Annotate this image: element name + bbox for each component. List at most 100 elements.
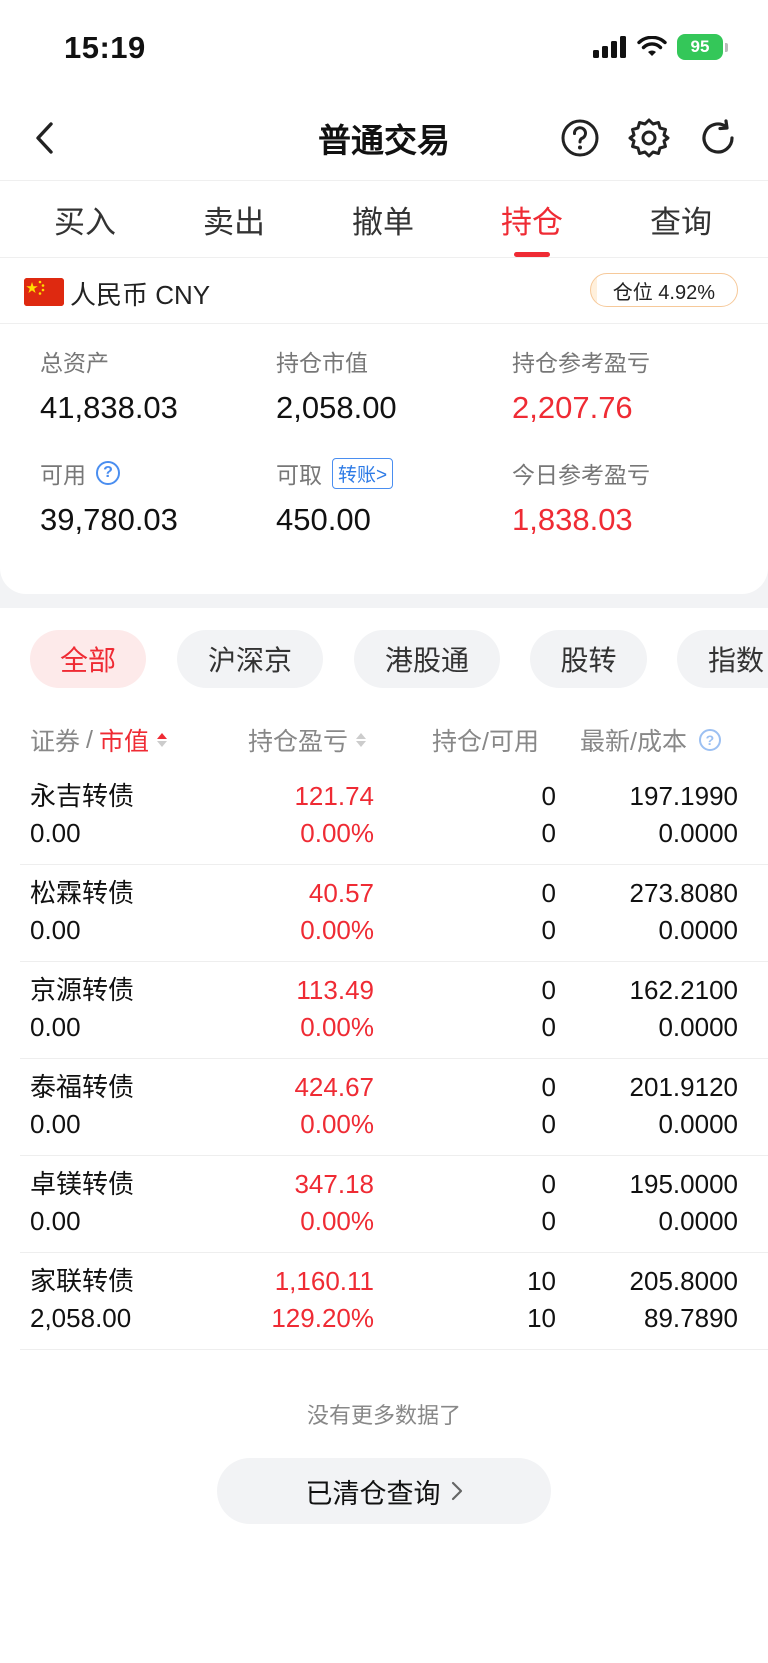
tab-query[interactable]: 查询 [621, 197, 741, 242]
security-market-value: 0.00 [30, 1012, 81, 1042]
withdrawable-label-row: 可取 转账> [276, 457, 394, 489]
latest-price: 273.8080 [629, 878, 738, 908]
filter-index[interactable]: 指数 [677, 630, 768, 688]
market-value: 持仓市值 2,058.00 [276, 346, 397, 426]
battery-cap [725, 42, 728, 52]
battery-level: 95 [690, 37, 710, 56]
cost-price: 0.0000 [658, 1206, 738, 1236]
latest-price: 197.1990 [629, 781, 738, 811]
cost-price: 0.0000 [658, 1012, 738, 1042]
cost-price: 89.7890 [644, 1303, 738, 1333]
table-row[interactable]: 永吉转债 0.00 121.74 0.00% 0 0 197.1990 0.0000 [0, 768, 768, 865]
header-security-marketvalue[interactable]: 证券 / 市值 [30, 722, 167, 758]
latest-price: 205.8000 [629, 1266, 738, 1296]
position-pl: 持仓参考盈亏 2,207.76 [512, 346, 650, 426]
trade-tabs: 买入 卖出 撤单 持仓 查询 [0, 180, 768, 258]
sort-icon [356, 733, 367, 747]
available-qty: 0 [541, 1206, 556, 1236]
header-security: 证券 [30, 728, 81, 756]
withdrawable-value: 450.00 [276, 502, 371, 537]
today-pl-label: 今日参考盈亏 [512, 462, 650, 488]
total-assets-value: 41,838.03 [40, 390, 178, 425]
currency-label: 人民币 CNY [70, 280, 211, 310]
available-qty: 0 [541, 818, 556, 848]
position-pl-label: 持仓参考盈亏 [512, 350, 650, 376]
tab-cancel-order[interactable]: 撤单 [323, 197, 443, 242]
security-name: 家联转债 [30, 1266, 135, 1296]
active-tab-indicator [514, 252, 550, 257]
position-pl: 347.18 [294, 1169, 374, 1199]
header-price-label: 最新/成本 [580, 728, 687, 756]
cellular-signal-icon [593, 36, 626, 58]
security-market-value: 0.00 [30, 915, 81, 945]
settings-button[interactable] [626, 115, 672, 161]
status-icons: 95 [593, 34, 728, 60]
question-circle-icon [561, 119, 599, 157]
available-help-icon[interactable]: ? [96, 461, 120, 485]
available-qty: 10 [527, 1303, 556, 1333]
transfer-button[interactable]: 转账> [332, 457, 394, 489]
position-qty: 10 [527, 1266, 556, 1296]
position-pl: 1,160.11 [274, 1266, 374, 1296]
position-pl-pct: 0.00% [300, 915, 374, 945]
tab-positions[interactable]: 持仓 [472, 197, 592, 242]
status-time: 15:19 [64, 30, 146, 65]
position-pl-pct: 0.00% [300, 1206, 374, 1236]
filter-hk-connect[interactable]: 港股通 [354, 630, 500, 688]
filter-all[interactable]: 全部 [30, 630, 146, 688]
security-market-value: 0.00 [30, 1206, 81, 1236]
market-filter-chips: 全部 沪深京 港股通 股转 指数 [0, 608, 768, 708]
filter-neeq[interactable]: 股转 [530, 630, 647, 688]
latest-price: 162.2100 [629, 975, 738, 1005]
help-button[interactable] [557, 115, 603, 161]
cleared-positions-label: 已清仓查询 [305, 1478, 441, 1509]
position-qty: 0 [541, 1169, 556, 1199]
available-label-row: 可用 ? [40, 458, 178, 488]
price-help-icon[interactable]: ? [698, 729, 721, 751]
position-qty: 0 [541, 878, 556, 908]
table-row[interactable]: 松霖转债 0.00 40.57 0.00% 0 0 273.8080 0.0000 [0, 865, 768, 962]
table-row[interactable]: 家联转债 2,058.00 1,160.11 129.20% 10 10 205.80… [0, 1253, 768, 1350]
header-position-pl[interactable]: 持仓盈亏 [248, 722, 367, 758]
position-pl: 40.57 [308, 878, 374, 908]
china-flag-icon [24, 278, 64, 306]
wifi-icon [637, 36, 667, 56]
security-market-value: 2,058.00 [30, 1303, 132, 1333]
cost-price: 0.0000 [658, 915, 738, 945]
filter-sh-sz-bj[interactable]: 沪深京 [177, 630, 323, 688]
security-market-value: 0.00 [30, 1109, 81, 1139]
table-row[interactable]: 京源转债 0.00 113.49 0.00% 0 0 162.2100 0.0000 [0, 962, 768, 1059]
currency-row: 人民币 CNY 仓位 4.92% [0, 258, 768, 324]
status-bar: 15:19 95 [0, 0, 768, 96]
position-qty: 0 [541, 1072, 556, 1102]
market-value-value: 2,058.00 [276, 390, 397, 425]
refresh-button[interactable] [695, 115, 741, 161]
security-name: 京源转债 [30, 975, 135, 1005]
cleared-positions-button[interactable]: 已清仓查询 [217, 1458, 551, 1524]
security-name: 永吉转债 [30, 781, 135, 811]
security-name: 卓镁转债 [30, 1169, 135, 1199]
position-pl-pct: 0.00% [300, 1012, 374, 1042]
gear-icon [628, 118, 670, 158]
tab-buy[interactable]: 买入 [25, 197, 145, 242]
available-cash: 可用 ? 39,780.03 [40, 458, 178, 538]
tab-sell[interactable]: 卖出 [174, 197, 294, 242]
available-qty: 0 [541, 915, 556, 945]
chevron-right-icon [451, 1481, 462, 1501]
header-market-value: 市值 [98, 728, 149, 756]
position-pl-value: 2,207.76 [512, 390, 633, 425]
today-pl-value: 1,838.03 [512, 502, 633, 537]
position-pl: 113.49 [296, 975, 374, 1005]
refresh-icon [702, 119, 734, 154]
header-pl: 持仓盈亏 [248, 728, 349, 756]
withdrawable-cash: 可取 转账> 450.00 [276, 457, 394, 538]
cost-price: 0.0000 [658, 1109, 738, 1139]
cost-price: 0.0000 [658, 818, 738, 848]
available-label: 可用 [40, 462, 86, 488]
position-qty: 0 [541, 975, 556, 1005]
battery-icon: 95 [677, 34, 723, 60]
header-price: 最新/成本 ? [580, 722, 721, 758]
table-row[interactable]: 泰福转债 0.00 424.67 0.00% 0 0 201.9120 0.0000 [0, 1059, 768, 1156]
table-row[interactable]: 卓镁转债 0.00 347.18 0.00% 0 0 195.0000 0.0000 [0, 1156, 768, 1253]
latest-price: 195.0000 [629, 1169, 738, 1199]
